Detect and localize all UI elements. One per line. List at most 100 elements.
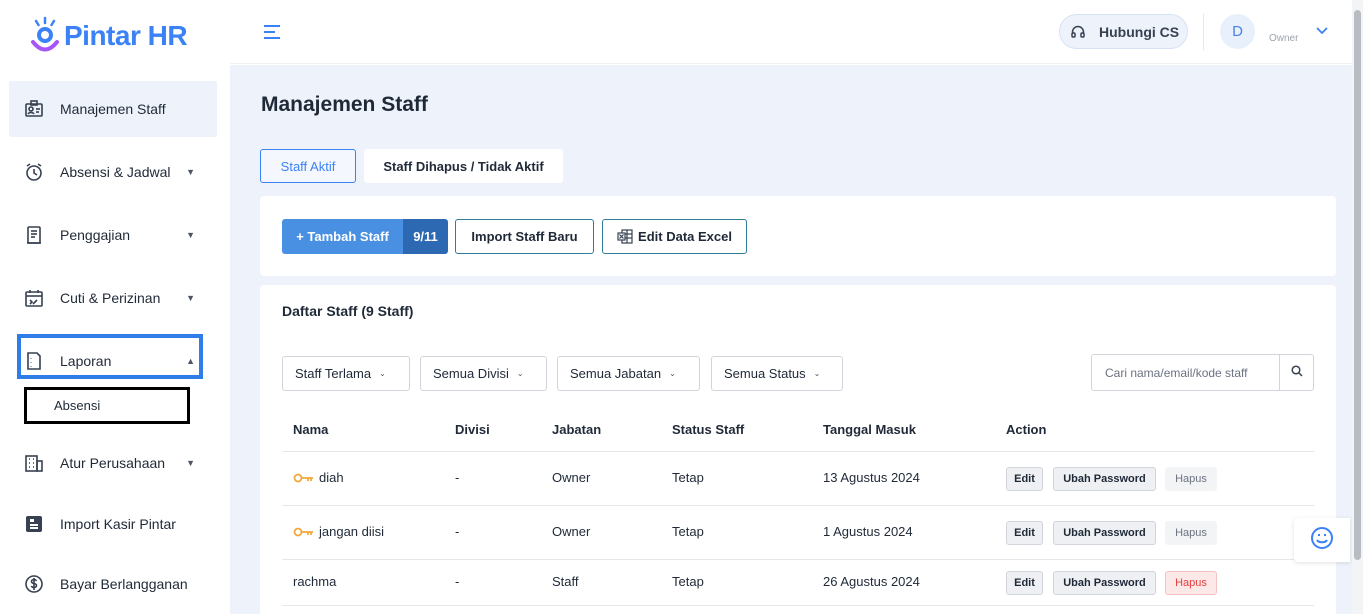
status-cell: Tetap bbox=[672, 524, 704, 539]
delete-button-disabled: Hapus bbox=[1165, 467, 1217, 491]
key-icon bbox=[293, 473, 314, 483]
logo-text: Pintar HR bbox=[64, 20, 188, 51]
contact-support-button[interactable]: Hubungi CS bbox=[1059, 14, 1188, 49]
jabatan-cell: Owner bbox=[552, 470, 591, 485]
column-header-status: Status Staff bbox=[672, 422, 745, 437]
column-header-action: Action bbox=[1006, 422, 1047, 437]
change-password-button[interactable]: Ubah Password bbox=[1053, 467, 1156, 491]
excel-icon bbox=[617, 229, 633, 244]
sidebar-item-label: Bayar Berlangganan bbox=[60, 576, 188, 592]
table-divider bbox=[282, 505, 1314, 506]
sidebar-item-manajemen-staff[interactable]: Manajemen Staff bbox=[9, 81, 217, 137]
sidebar-item-label: Cuti & Perizinan bbox=[60, 290, 161, 306]
caret-up-icon: ▲ bbox=[186, 356, 195, 366]
top-header: Hubungi CS D Owner bbox=[230, 0, 1363, 64]
tanggal-cell: 13 Agustus 2024 bbox=[823, 470, 920, 485]
table-divider bbox=[282, 451, 1314, 452]
edit-button[interactable]: Edit bbox=[1006, 521, 1043, 545]
caret-down-icon: ▼ bbox=[186, 458, 195, 468]
sidebar-item-absensi-jadwal[interactable]: Absensi & Jadwal ▼ bbox=[9, 144, 217, 200]
chevron-down-icon: ⌄ bbox=[379, 369, 386, 378]
jabatan-filter-select[interactable]: Semua Jabatan ⌄ bbox=[557, 356, 700, 391]
sidebar-item-cuti-perizinan[interactable]: Cuti & Perizinan ▼ bbox=[9, 270, 217, 326]
search-input[interactable] bbox=[1092, 355, 1279, 390]
avatar[interactable]: D bbox=[1220, 14, 1255, 49]
filter-label: Semua Jabatan bbox=[570, 366, 662, 381]
filter-label: Semua Status bbox=[724, 366, 806, 381]
chevron-down-icon: ⌄ bbox=[516, 369, 524, 378]
page-scrollbar[interactable] bbox=[1352, 0, 1363, 614]
sidebar-subitem-absensi[interactable]: Absensi bbox=[24, 387, 190, 424]
scrollbar-thumb[interactable] bbox=[1354, 10, 1361, 560]
column-header-nama: Nama bbox=[293, 422, 329, 437]
actions-card: + Tambah Staff 9/11 Import Staff Baru Ed… bbox=[260, 196, 1336, 276]
edit-button[interactable]: Edit bbox=[1006, 467, 1043, 491]
staff-quota-badge: 9/11 bbox=[403, 219, 448, 254]
column-header-tanggal: Tanggal Masuk bbox=[823, 422, 916, 437]
column-header-jabatan: Jabatan bbox=[552, 422, 602, 437]
report-icon bbox=[23, 350, 45, 372]
sort-filter-select[interactable]: Staff Terlama ⌄ bbox=[282, 356, 410, 391]
headset-icon bbox=[1070, 24, 1086, 40]
header-divider bbox=[1203, 14, 1204, 50]
jabatan-cell: Staff bbox=[552, 574, 579, 589]
key-icon bbox=[293, 527, 314, 537]
add-staff-button[interactable]: + Tambah Staff 9/11 bbox=[282, 219, 448, 254]
divisi-cell: - bbox=[455, 470, 460, 485]
tab-staff-aktif[interactable]: Staff Aktif bbox=[260, 149, 356, 183]
sidebar: Pintar HR Manajemen Staff Absensi & Jadw… bbox=[0, 0, 230, 614]
staff-name-cell[interactable]: diah bbox=[293, 470, 344, 485]
chevron-down-icon: ⌄ bbox=[669, 369, 676, 378]
search-button[interactable] bbox=[1279, 355, 1313, 390]
filter-label: Staff Terlama bbox=[295, 366, 372, 381]
chevron-down-icon: ⌄ bbox=[813, 369, 821, 378]
chevron-down-icon[interactable] bbox=[1316, 22, 1328, 38]
delete-button[interactable]: Hapus bbox=[1165, 571, 1217, 595]
jabatan-cell: Owner bbox=[552, 524, 591, 539]
staff-list-card: Daftar Staff (9 Staff) Staff Terlama ⌄ Se… bbox=[260, 285, 1336, 614]
edit-excel-button[interactable]: Edit Data Excel bbox=[602, 219, 747, 254]
delete-button-disabled: Hapus bbox=[1165, 521, 1217, 545]
change-password-button[interactable]: Ubah Password bbox=[1053, 571, 1156, 595]
staff-name: rachma bbox=[293, 574, 337, 589]
calendar-icon bbox=[23, 287, 45, 309]
status-filter-select[interactable]: Semua Status ⌄ bbox=[711, 356, 843, 391]
tanggal-cell: 26 Agustus 2024 bbox=[823, 574, 920, 589]
caret-down-icon: ▼ bbox=[186, 167, 195, 177]
caret-down-icon: ▼ bbox=[186, 230, 195, 240]
logo[interactable]: Pintar HR bbox=[28, 14, 188, 58]
user-role-label: Owner bbox=[1269, 33, 1299, 44]
sidebar-item-penggajian[interactable]: Penggajian ▼ bbox=[9, 207, 217, 263]
sidebar-item-atur-perusahaan[interactable]: Atur Perusahaan ▼ bbox=[9, 435, 217, 491]
status-cell: Tetap bbox=[672, 574, 704, 589]
sidebar-item-import-kasir-pintar[interactable]: Import Kasir Pintar bbox=[9, 496, 217, 552]
payroll-receipt-icon bbox=[23, 224, 45, 246]
divisi-cell: - bbox=[455, 574, 460, 589]
import-staff-button[interactable]: Import Staff Baru bbox=[455, 219, 594, 254]
filter-label: Semua Divisi bbox=[433, 366, 509, 381]
tanggal-cell: 1 Agustus 2024 bbox=[823, 524, 913, 539]
menu-toggle-icon[interactable] bbox=[264, 25, 280, 43]
page-title: Manajemen Staff bbox=[261, 93, 428, 116]
table-divider bbox=[282, 559, 1314, 560]
staff-name-cell[interactable]: jangan diisi bbox=[293, 524, 384, 539]
logo-icon bbox=[28, 15, 62, 57]
chat-widget-button[interactable] bbox=[1294, 518, 1350, 562]
sidebar-item-bayar-berlangganan[interactable]: Bayar Berlangganan bbox=[9, 556, 217, 612]
building-icon bbox=[23, 452, 45, 474]
sidebar-item-label: Penggajian bbox=[60, 227, 131, 243]
sidebar-item-label: Atur Perusahaan bbox=[60, 455, 166, 471]
staff-name-cell[interactable]: rachma bbox=[293, 574, 336, 589]
staff-list-title: Daftar Staff (9 Staff) bbox=[282, 303, 414, 319]
change-password-button[interactable]: Ubah Password bbox=[1053, 521, 1156, 545]
divisi-filter-select[interactable]: Semua Divisi ⌄ bbox=[420, 356, 547, 391]
alarm-clock-icon bbox=[23, 161, 45, 183]
staff-name: jangan diisi bbox=[319, 524, 385, 539]
edit-excel-label: Edit Data Excel bbox=[638, 229, 732, 244]
search-box bbox=[1091, 354, 1314, 391]
edit-button[interactable]: Edit bbox=[1006, 571, 1043, 595]
divisi-cell: - bbox=[455, 524, 460, 539]
sidebar-item-laporan[interactable]: Laporan ▲ bbox=[9, 333, 217, 389]
tab-staff-dihapus[interactable]: Staff Dihapus / Tidak Aktif bbox=[364, 149, 563, 183]
staff-name: diah bbox=[319, 470, 344, 485]
